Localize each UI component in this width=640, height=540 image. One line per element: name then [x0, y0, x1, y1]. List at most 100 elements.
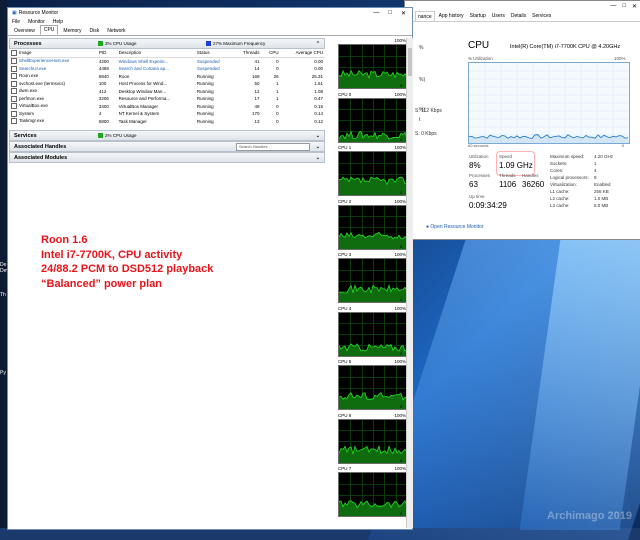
table-cell: VirtualBox.exe — [9, 103, 97, 111]
cpu-graph-label: CPU 3 100% — [338, 252, 406, 257]
table-row[interactable]: VirtualBox.exe 3400 VirtualBox Manager Runn… — [9, 103, 325, 111]
resource-item[interactable]: % — [419, 45, 423, 51]
column-header[interactable]: PID — [96, 49, 117, 58]
max-frequency-swatch — [206, 41, 211, 46]
spec-value: Enabled — [594, 182, 611, 187]
table-row[interactable]: Roon.exe 6840 Roon Running 169 26 25.31 — [9, 73, 325, 81]
window-title: Resource Monitor — [18, 10, 59, 16]
table-row[interactable]: SearchUI.exe 4468 Search and Cortana ap...… — [9, 65, 325, 73]
column-header[interactable]: Average CPU — [280, 49, 325, 58]
search-handles-input[interactable]: Search Handles — [236, 143, 310, 151]
table-cell: 1.61 — [314, 81, 323, 87]
cpu-graph-max: 100% — [394, 38, 406, 43]
table-cell: Suspended — [196, 58, 220, 64]
speed-label: Speed — [499, 154, 513, 159]
table-cell: Search and Cortana ap... — [118, 66, 169, 72]
menu-file[interactable]: File — [12, 19, 20, 25]
table-row[interactable]: Taskmgr.exe 5800 Task Manager Running 13 0 0.1… — [9, 118, 325, 126]
spec-value: 8.0 MB — [594, 203, 609, 208]
watermark: Archimago 2019 — [547, 510, 632, 522]
table-cell: 100 — [98, 81, 107, 87]
table-cell: dwm.exe — [9, 88, 97, 96]
cpu-utilization-line — [469, 63, 629, 143]
checkbox-icon[interactable] — [11, 110, 17, 117]
table-cell: 0 — [276, 111, 279, 117]
resource-item[interactable]: %) — [419, 77, 425, 83]
spec-value: 4.20 GHz — [594, 154, 614, 159]
cpu-graph — [338, 44, 408, 89]
column-header-label: Image — [19, 49, 32, 55]
checkbox-icon[interactable] — [11, 118, 17, 125]
table-cell: 17 — [254, 96, 260, 102]
tab-details[interactable]: Details — [509, 11, 528, 21]
cpu-usage-label: 3% CPU Usage — [105, 41, 137, 46]
open-resource-monitor-link[interactable]: ● Open Resource Monitor — [426, 224, 484, 230]
tab-overview[interactable]: Overview — [11, 27, 38, 35]
table-cell: 0.15 — [314, 103, 323, 109]
checkbox-icon[interactable] — [11, 49, 17, 56]
tab-services[interactable]: Services — [530, 11, 553, 21]
close-button[interactable]: ✕ — [401, 10, 406, 17]
column-header[interactable]: Image — [9, 49, 97, 58]
uptime-label: Up time — [469, 194, 485, 199]
tab-cpu[interactable]: CPU — [39, 25, 59, 35]
collapse-icon[interactable]: ⌃ — [316, 41, 320, 47]
table-cell: 412 — [98, 88, 107, 94]
services-header[interactable]: Services 2% CPU Usage ⌄ — [9, 130, 325, 141]
processes-header[interactable]: Processes 3% CPU Usage 27% Maximum Frequ… — [9, 38, 325, 49]
table-row[interactable]: ShellExperienceHost.exe 4200 Windows Shell… — [9, 57, 325, 65]
handles-header[interactable]: Associated Handles Search Handles ⌄ — [9, 141, 325, 152]
tab-performance[interactable]: nance — [415, 11, 435, 21]
minimize-button[interactable]: — — [610, 3, 616, 9]
services-title: Services — [14, 132, 37, 139]
tab-app-history[interactable]: App history — [437, 11, 466, 21]
services-usage-swatch — [98, 133, 103, 138]
column-header[interactable]: Description — [116, 49, 195, 58]
graphs-scrollbar[interactable] — [406, 38, 413, 528]
table-row[interactable]: perfmon.exe 3206 Resource and Performa... R… — [9, 95, 325, 103]
tab-disk[interactable]: Disk — [86, 27, 102, 35]
cpu-graph — [338, 258, 408, 303]
column-header[interactable]: Status — [194, 49, 233, 58]
modules-header[interactable]: Associated Modules ⌄ — [9, 152, 325, 163]
checkbox-icon[interactable] — [11, 80, 17, 87]
table-cell: 5800 — [98, 118, 109, 124]
resource-item[interactable]: t — [419, 117, 420, 123]
spec-value: 1 — [594, 161, 597, 166]
maximize-button[interactable]: □ — [388, 10, 392, 17]
process-name: SearchUI.exe — [19, 65, 47, 71]
checkbox-icon[interactable] — [11, 73, 17, 80]
resource-item[interactable]: S: 112 Kbps — [415, 108, 442, 114]
scrollbar-thumb[interactable] — [408, 48, 412, 76]
spec-key: Virtualization: — [550, 182, 577, 187]
tab-network[interactable]: Network — [104, 27, 128, 35]
tab-users[interactable]: Users — [490, 11, 507, 21]
column-header[interactable]: CPU — [261, 49, 281, 58]
expand-icon[interactable]: ⌄ — [316, 144, 320, 150]
tab-startup[interactable]: Startup — [468, 11, 488, 21]
table-row[interactable]: System 4 NT Kernel & System Running 170 0 0.14 — [9, 110, 325, 118]
threads-label: Threads — [499, 173, 516, 178]
resource-monitor-icon: ● — [426, 224, 430, 230]
table-row[interactable]: svchost.exe (termsvcs) 100 Host Process fo… — [9, 80, 325, 88]
cpu-usage-swatch — [98, 41, 103, 46]
column-header[interactable]: Threads — [232, 49, 262, 58]
checkbox-icon[interactable] — [11, 58, 17, 65]
max-frequency-label: 27% Maximum Frequency — [213, 41, 266, 46]
maximize-button[interactable]: □ — [622, 3, 626, 9]
expand-icon[interactable]: ⌄ — [316, 155, 320, 161]
checkbox-icon[interactable] — [11, 103, 17, 110]
table-cell: 0 — [276, 118, 279, 124]
cpu-activity-trace — [339, 500, 407, 516]
cpu-activity-trace — [339, 342, 407, 356]
tab-memory[interactable]: Memory — [60, 27, 84, 35]
close-button[interactable]: ✕ — [632, 3, 637, 10]
resource-item[interactable]: S: 0 Kbps — [415, 131, 437, 137]
cpu-activity-trace — [339, 69, 407, 88]
checkbox-icon[interactable] — [11, 88, 17, 95]
checkbox-icon[interactable] — [11, 95, 17, 102]
expand-icon[interactable]: ⌄ — [316, 133, 320, 139]
checkbox-icon[interactable] — [11, 65, 17, 72]
table-row[interactable]: dwm.exe 412 Desktop Window Man... Running 12… — [9, 88, 325, 96]
minimize-button[interactable]: — — [373, 10, 379, 17]
